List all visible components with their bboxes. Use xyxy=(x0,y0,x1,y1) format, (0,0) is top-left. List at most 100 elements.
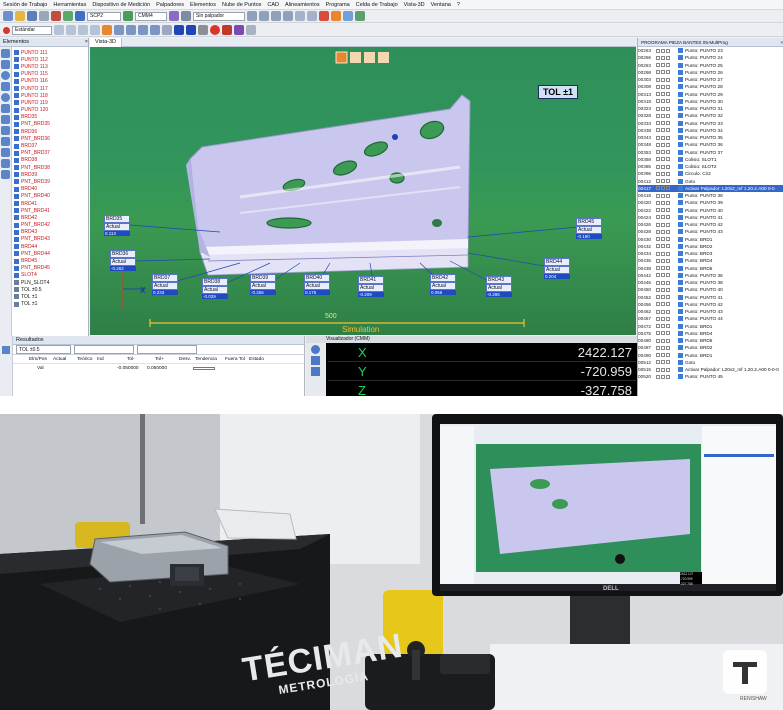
callout-brd43[interactable]: BRD43 Actual -0.286 xyxy=(486,276,512,297)
probe-select[interactable]: SCP2 xyxy=(87,11,121,21)
program-step[interactable]: 00452 Punto: PUNTO 41 xyxy=(638,294,783,301)
circle-feature-icon[interactable] xyxy=(1,71,10,80)
align-icon[interactable] xyxy=(181,11,191,21)
element-item[interactable]: TOL ±1 xyxy=(14,293,88,300)
program-step-checkboxes[interactable] xyxy=(656,48,678,53)
program-step-checkboxes[interactable] xyxy=(656,84,678,89)
program-step[interactable]: 00480 Punto: BRD5 xyxy=(638,337,783,344)
view-hide-icon[interactable] xyxy=(364,52,375,63)
program-step-checkboxes[interactable] xyxy=(656,106,678,111)
menu-help[interactable]: ? xyxy=(454,2,463,8)
highlighted-tool-icon[interactable] xyxy=(331,11,341,21)
element-item[interactable]: BRD41 xyxy=(14,200,88,207)
alignment-select[interactable]: Sin palpador xyxy=(193,11,245,21)
line-tool-icon[interactable] xyxy=(66,25,76,35)
results-filter-select[interactable] xyxy=(74,345,134,354)
program-step-checkboxes[interactable] xyxy=(656,229,678,234)
program-step-checkboxes[interactable] xyxy=(656,150,678,155)
program-step[interactable]: 00438 Punto: BRD5 xyxy=(638,265,783,272)
program-step-checkboxes[interactable] xyxy=(656,193,678,198)
program-step-checkboxes[interactable] xyxy=(656,309,678,314)
program-step-checkboxes[interactable] xyxy=(656,367,678,372)
element-item[interactable]: PNT_BRD40 xyxy=(14,193,88,200)
play-icon[interactable] xyxy=(174,25,184,35)
program-step[interactable]: 00450 Punto: PUNTO 40 xyxy=(638,286,783,293)
program-step[interactable]: 00467 Punto: PUNTO 44 xyxy=(638,315,783,322)
save-icon[interactable] xyxy=(27,11,37,21)
program-step[interactable]: 00328 Punto: PUNTO 32 xyxy=(638,112,783,119)
element-item[interactable]: BRD35 xyxy=(14,114,88,121)
program-step[interactable]: 00348 Punto: PUNTO 36 xyxy=(638,141,783,148)
program-step-checkboxes[interactable] xyxy=(656,295,678,300)
program-step[interactable]: 00426 Punto: PUNTO 42 xyxy=(638,221,783,228)
menu-celda[interactable]: Celda de Trabajo xyxy=(353,2,401,8)
element-item[interactable]: PNT_BRD44 xyxy=(14,250,88,257)
undo-icon[interactable] xyxy=(51,11,61,21)
program-step[interactable]: 00490 Punto: BRD1 xyxy=(638,352,783,359)
element-item[interactable]: PNT_BRD36 xyxy=(14,135,88,142)
element-item[interactable]: PUNTO 113 xyxy=(14,63,88,70)
results-tool-icon[interactable] xyxy=(2,346,10,354)
program-step-checkboxes[interactable] xyxy=(656,345,678,350)
element-item[interactable]: PNT_BRD43 xyxy=(14,236,88,243)
program-step-checkboxes[interactable] xyxy=(656,99,678,104)
grid-icon[interactable] xyxy=(162,25,172,35)
view-front-icon[interactable] xyxy=(247,11,257,21)
program-step-checkboxes[interactable] xyxy=(656,266,678,271)
program-step-checkboxes[interactable] xyxy=(656,121,678,126)
measure-icon[interactable] xyxy=(343,11,353,21)
element-item[interactable]: PNT_BRD41 xyxy=(14,207,88,214)
menu-cad[interactable]: CAD xyxy=(264,2,282,8)
program-step[interactable]: 00353 Punto: PUNTO 37 xyxy=(638,149,783,156)
element-item[interactable]: BRD43 xyxy=(14,229,88,236)
program-step[interactable]: 00446 Punto: PUNTO 38 xyxy=(638,279,783,286)
program-step[interactable]: 00430 Punto: BRD1 xyxy=(638,236,783,243)
cmm-icon[interactable] xyxy=(123,11,133,21)
active-tool-icon[interactable] xyxy=(102,25,112,35)
element-item[interactable]: PNT_BRD37 xyxy=(14,150,88,157)
element-item[interactable]: PUNTO 112 xyxy=(14,56,88,63)
element-item[interactable]: BRD37 xyxy=(14,142,88,149)
program-step[interactable]: 00333 Punto: PUNTO 33 xyxy=(638,120,783,127)
program-step[interactable]: 00424 Punto: PUNTO 41 xyxy=(638,214,783,221)
program-step[interactable]: 00263 Punto: PUNTO 25 xyxy=(638,62,783,69)
close-icon[interactable]: × xyxy=(85,39,88,45)
program-step[interactable]: 00303 Punto: PUNTO 27 xyxy=(638,76,783,83)
program-step[interactable]: 00420 Punto: PUNTO 39 xyxy=(638,199,783,206)
sphere-feature-icon[interactable] xyxy=(1,93,10,102)
check-icon[interactable] xyxy=(355,11,365,21)
program-step[interactable]: 00432 Punto: BRD2 xyxy=(638,243,783,250)
plane-feature-icon[interactable] xyxy=(1,82,10,91)
program-step-checkboxes[interactable] xyxy=(656,92,678,97)
element-item[interactable]: SLOT4 xyxy=(14,272,88,279)
element-item[interactable]: BRD39 xyxy=(14,171,88,178)
callout-brd42[interactable]: BRD42 Actual 0.056 xyxy=(430,274,456,295)
menu-palpadores[interactable]: Palpadores xyxy=(153,2,187,8)
program-step-checkboxes[interactable] xyxy=(656,157,678,162)
callout-brd45[interactable]: BRD45 Actual -0.190 xyxy=(576,218,602,239)
program-step-checkboxes[interactable] xyxy=(656,374,678,379)
program-step[interactable]: 00313 Punto: PUNTO 29 xyxy=(638,91,783,98)
rotate-icon[interactable] xyxy=(307,11,317,21)
program-step[interactable]: 00318 Punto: PUNTO 30 xyxy=(638,98,783,105)
program-step[interactable]: 00475 Punto: BRD4 xyxy=(638,330,783,337)
element-item[interactable]: PUNTO 118 xyxy=(14,92,88,99)
callout-brd35[interactable]: BRD35 Actual 0.113 xyxy=(104,215,130,236)
line-feature-icon[interactable] xyxy=(1,60,10,69)
mode-select[interactable]: Estándar xyxy=(12,25,52,35)
element-item[interactable]: BRD42 xyxy=(14,214,88,221)
program-step[interactable]: 00412 Goto xyxy=(638,178,783,185)
new-file-icon[interactable] xyxy=(3,11,13,21)
cone-feature-icon[interactable] xyxy=(1,115,10,124)
program-step-checkboxes[interactable] xyxy=(656,251,678,256)
element-item[interactable]: BRD40 xyxy=(14,186,88,193)
view-section-icon[interactable] xyxy=(350,52,361,63)
element-item[interactable]: PNT_BRD45 xyxy=(14,265,88,272)
program-step[interactable]: 00515 Activar Palpador: L20x2_mf 1.20.2.A… xyxy=(638,366,783,373)
element-item[interactable]: TOL ±0.5 xyxy=(14,286,88,293)
program-step-checkboxes[interactable] xyxy=(656,353,678,358)
tool-icon[interactable] xyxy=(169,11,179,21)
element-item[interactable]: PUNTO 120 xyxy=(14,107,88,114)
program-step-checkboxes[interactable] xyxy=(656,200,678,205)
element-item[interactable]: PUNTO 116 xyxy=(14,78,88,85)
